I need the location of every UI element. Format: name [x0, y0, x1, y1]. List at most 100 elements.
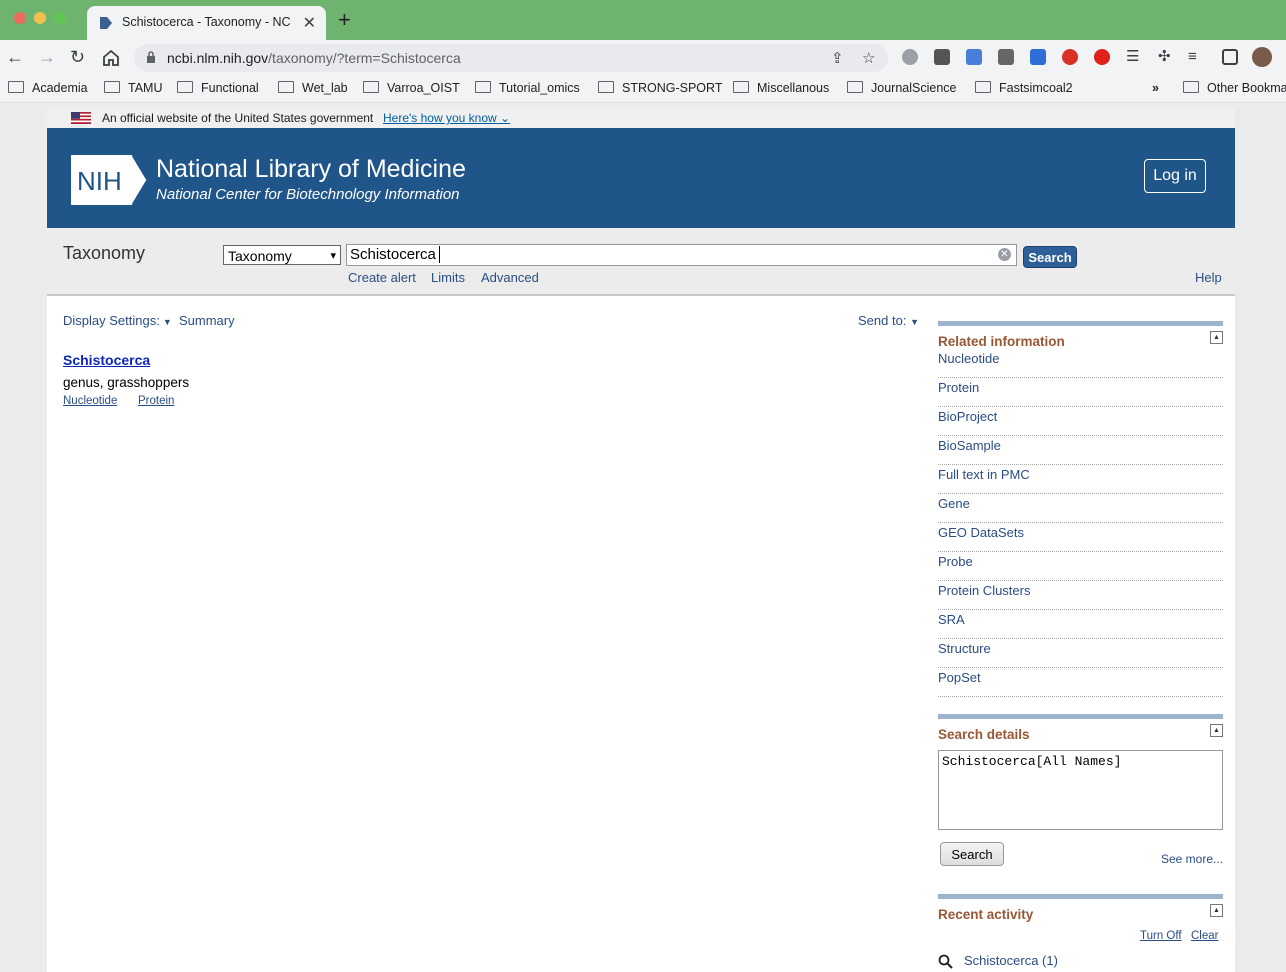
clear-link[interactable]: Clear [1191, 930, 1218, 942]
reload-icon[interactable]: ↻ [70, 46, 85, 68]
bookmark-label: TAMU [128, 81, 163, 95]
search-details-textarea[interactable]: Schistocerca[All Names] [938, 750, 1223, 830]
caret-down-icon: ▼ [162, 317, 172, 327]
bookmark-folder[interactable]: STRONG-SPORT [598, 81, 722, 95]
collapse-icon[interactable]: ▲ [1210, 904, 1223, 917]
nih-logo[interactable]: NIH [71, 155, 151, 205]
chevron-down-icon: ⌄ [500, 111, 511, 125]
gov-banner: An official website of the United States… [47, 108, 1235, 128]
bookmark-folder[interactable]: Other Bookma [1183, 81, 1286, 95]
share-icon[interactable]: ⇪ [831, 49, 844, 67]
login-button[interactable]: Log in [1144, 159, 1206, 193]
maximize-window-button[interactable] [54, 12, 66, 24]
bookmark-folder[interactable]: Fastsimcoal2 [975, 81, 1073, 95]
related-link[interactable]: BioSample [938, 436, 1223, 465]
collapse-icon[interactable]: ▲ [1210, 331, 1223, 344]
bookmark-label: Fastsimcoal2 [999, 81, 1073, 95]
search-icon [938, 954, 953, 969]
database-title: Taxonomy [63, 243, 146, 263]
bookmark-label: JournalScience [871, 81, 957, 95]
url-text: ncbi.nlm.nih.gov/taxonomy/?term=Schistoc… [167, 50, 461, 66]
bookmark-folder[interactable]: Academia [8, 81, 88, 95]
new-tab-icon[interactable]: + [338, 9, 351, 31]
back-icon[interactable]: ← [6, 46, 24, 68]
panel-divider [938, 894, 1223, 899]
bookmark-folder[interactable]: Tutorial_omics [475, 81, 580, 95]
bookmark-folder[interactable]: TAMU [104, 81, 163, 95]
lock-icon [147, 51, 155, 63]
collapse-icon[interactable]: ▲ [1210, 724, 1223, 737]
create-alert-link[interactable]: Create alert [348, 270, 416, 285]
lastpass-extension-icon[interactable] [1062, 49, 1078, 65]
advanced-link[interactable]: Advanced [481, 270, 539, 285]
forward-icon[interactable]: → [38, 46, 56, 68]
related-link[interactable]: PopSet [938, 668, 1223, 697]
heres-how-you-know-link[interactable]: Here's how you know ⌄ [383, 111, 510, 125]
chevron-down-icon: ▾ [330, 250, 336, 262]
send-to-menu[interactable]: Send to: ▼ [858, 313, 919, 328]
ncbi-favicon-icon [100, 17, 112, 29]
related-link[interactable]: GEO DataSets [938, 523, 1223, 552]
translate-extension-icon[interactable] [966, 49, 982, 65]
screenshot-extension-icon[interactable] [998, 49, 1014, 65]
related-link[interactable]: BioProject [938, 407, 1223, 436]
result-description: genus, grasshoppers [63, 375, 190, 390]
display-format-summary[interactable]: Summary [179, 313, 235, 328]
bookmark-star-icon[interactable]: ☆ [862, 49, 875, 67]
address-bar[interactable]: ncbi.nlm.nih.gov/taxonomy/?term=Schistoc… [134, 44, 888, 72]
bookmark-label: Miscellanous [757, 81, 830, 95]
close-window-button[interactable] [14, 12, 26, 24]
adblock-extension-icon[interactable] [1094, 49, 1110, 65]
home-icon[interactable] [102, 49, 120, 66]
scholar-extension-icon[interactable] [1030, 49, 1046, 65]
gov-banner-text: An official website of the United States… [102, 111, 374, 125]
database-select[interactable]: Taxonomy ▾ [223, 245, 341, 265]
related-information-panel: Related information ▲ Nucleotide Protein B… [938, 321, 1223, 697]
bookmark-folder[interactable]: Functional [177, 81, 259, 95]
grammarly-extension-icon[interactable] [902, 49, 918, 65]
limits-link[interactable]: Limits [431, 270, 465, 285]
folder-icon [363, 81, 379, 93]
nlm-title[interactable]: National Library of Medicine [156, 155, 466, 184]
help-link[interactable]: Help [1195, 270, 1222, 285]
folder-icon [177, 81, 193, 93]
more-bookmarks-icon[interactable]: » [1152, 81, 1159, 95]
bookmark-label: STRONG-SPORT [622, 81, 723, 95]
ncbi-subtitle[interactable]: National Center for Biotechnology Inform… [156, 186, 460, 203]
clear-search-icon[interactable]: ✕ [998, 248, 1011, 261]
related-link[interactable]: Protein [938, 378, 1223, 407]
related-link[interactable]: SRA [938, 610, 1223, 639]
extensions-puzzle-icon[interactable]: ✣ [1158, 46, 1171, 68]
folder-icon [847, 81, 863, 93]
display-settings-menu[interactable]: Display Settings: ▼ [63, 313, 172, 328]
related-link[interactable]: Gene [938, 494, 1223, 523]
side-panel-icon[interactable] [1222, 49, 1238, 65]
browser-tab-strip: Schistocerca - Taxonomy - NC ✕ + [0, 0, 1286, 40]
bookmark-folder[interactable]: Wet_lab [278, 81, 348, 95]
search-details-button[interactable]: Search [940, 842, 1004, 866]
related-link[interactable]: Probe [938, 552, 1223, 581]
related-link[interactable]: Nucleotide [938, 349, 1223, 378]
profile-avatar[interactable] [1252, 47, 1272, 67]
browser-tab[interactable]: Schistocerca - Taxonomy - NC ✕ [87, 6, 326, 40]
result-nucleotide-link[interactable]: Nucleotide [63, 395, 117, 407]
media-control-icon[interactable]: ≡ [1188, 46, 1197, 68]
result-protein-link[interactable]: Protein [138, 395, 174, 407]
bookmark-folder[interactable]: Miscellanous [733, 81, 829, 95]
minimize-window-button[interactable] [34, 12, 46, 24]
search-input[interactable]: Schistocerca ✕ [346, 244, 1017, 266]
panel-divider [938, 714, 1223, 719]
see-more-link[interactable]: See more... [1161, 852, 1223, 866]
related-link[interactable]: Full text in PMC [938, 465, 1223, 494]
p-extension-icon[interactable] [934, 49, 950, 65]
close-tab-icon[interactable]: ✕ [303, 13, 316, 33]
bookmark-folder[interactable]: Varroa_OIST [363, 81, 460, 95]
result-title-link[interactable]: Schistocerca [63, 352, 150, 368]
related-link[interactable]: Structure [938, 639, 1223, 668]
search-button[interactable]: Search [1023, 246, 1077, 268]
bookmark-folder[interactable]: JournalScience [847, 81, 956, 95]
turn-off-link[interactable]: Turn Off [1140, 930, 1182, 942]
recent-activity-item[interactable]: Schistocerca (1) [964, 953, 1058, 968]
related-link[interactable]: Protein Clusters [938, 581, 1223, 610]
list-extension-icon[interactable]: ☰ [1126, 46, 1139, 68]
